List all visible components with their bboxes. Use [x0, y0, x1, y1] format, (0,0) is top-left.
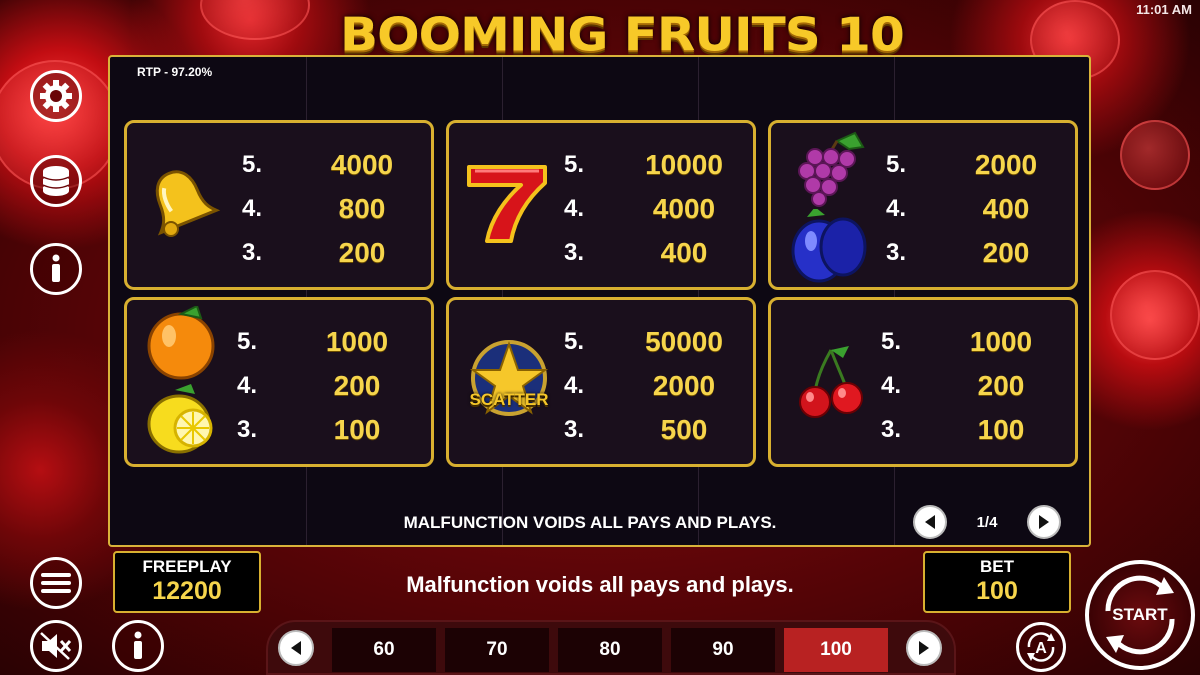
paytable-panel-cherries: 5. 1000 4. 200 3. 100	[768, 297, 1078, 467]
pay-count: 3.	[881, 416, 902, 443]
pay-count: 3.	[237, 416, 258, 443]
paytable-panel-scatter: SCATTER 5. 50000 4. 2000 3. 500	[446, 297, 756, 467]
pay-count: 3.	[886, 239, 907, 266]
pay-value: 200	[982, 237, 1030, 268]
paytable-panel-orange-lemon: 5. 1000 4. 200 3. 100	[124, 297, 434, 467]
paytable-panel-bell: 5. 4000 4. 800 3. 200	[124, 120, 434, 290]
grapes-icon	[785, 129, 875, 212]
coins-button[interactable]	[30, 155, 82, 207]
pay-count: 4.	[237, 372, 258, 399]
hamburger-menu-icon	[41, 573, 71, 593]
board-disclaimer: MALFUNCTION VOIDS ALL PAYS AND PLAYS.	[403, 513, 777, 532]
menu-button[interactable]	[30, 557, 82, 609]
freeplay-caption: FREEPLAY	[142, 557, 232, 576]
pay-value: 1000	[969, 326, 1033, 357]
paytable-board: RTP - 97.20% 5. 4000 4. 800 3. 200 5. 10000 …	[108, 55, 1091, 547]
speaker-muted-icon	[40, 632, 72, 660]
start-spin-button[interactable]: START	[1085, 560, 1195, 670]
pay-value: 10000	[645, 149, 723, 180]
pay-count: 4.	[881, 372, 902, 399]
pay-count: 3.	[564, 239, 585, 266]
bet-option-90[interactable]: 90	[671, 628, 775, 672]
pay-value: 4000	[652, 193, 716, 224]
paytable-info-button[interactable]	[112, 620, 164, 672]
info-icon	[52, 254, 60, 282]
scatter-star-icon: SCATTER	[461, 334, 557, 424]
plum-icon	[785, 207, 875, 290]
bet-option-100[interactable]: 100	[784, 628, 888, 672]
info-icon	[134, 631, 142, 659]
autoplay-icon: A	[1027, 632, 1055, 662]
gear-icon	[40, 80, 72, 112]
rtp-label: RTP - 97.20%	[137, 65, 213, 79]
bet-decrease-button[interactable]	[278, 630, 314, 666]
pay-value: 100	[333, 414, 381, 445]
chevron-left-icon	[925, 515, 935, 529]
bet-option-70[interactable]: 70	[445, 628, 549, 672]
status-clock: 11:01 AM	[1136, 2, 1192, 17]
paytable-panel-grapes-plum: 5. 2000 4. 400 3. 200	[768, 120, 1078, 290]
bet-increase-button[interactable]	[906, 630, 942, 666]
autoplay-button[interactable]: A	[1016, 622, 1066, 672]
seven-icon	[461, 161, 551, 250]
freeplay-balance: FREEPLAY 12200	[113, 551, 261, 613]
pay-count: 5.	[564, 328, 585, 355]
orange-icon	[145, 304, 221, 387]
pay-count: 3.	[242, 239, 263, 266]
cherries-icon	[793, 344, 869, 425]
next-page-button[interactable]	[1027, 505, 1061, 539]
pay-value: 200	[977, 370, 1025, 401]
settings-button[interactable]	[30, 70, 82, 122]
pay-value: 500	[660, 414, 708, 445]
pay-value: 2000	[974, 149, 1038, 180]
pay-value: 4000	[330, 149, 394, 180]
pay-value: 800	[338, 193, 386, 224]
pay-value: 400	[660, 237, 708, 268]
chevron-right-icon	[919, 641, 929, 655]
chevron-right-icon	[1039, 515, 1049, 529]
bet-option-80[interactable]: 80	[558, 628, 662, 672]
pay-count: 4.	[564, 195, 585, 222]
freeplay-value: 12200	[152, 577, 222, 605]
sound-toggle-button[interactable]	[30, 620, 82, 672]
pay-value: 2000	[652, 370, 716, 401]
chevron-left-icon	[291, 641, 301, 655]
pay-value: 50000	[645, 326, 723, 357]
pay-count: 5.	[886, 151, 907, 178]
bet-selector: 60 70 80 90 100	[266, 620, 956, 675]
pay-count: 5.	[564, 151, 585, 178]
status-message: Malfunction voids all pays and plays.	[406, 572, 794, 597]
previous-page-button[interactable]	[913, 505, 947, 539]
pay-value: 1000	[325, 326, 389, 357]
coin-stack-icon	[42, 166, 70, 196]
pay-value: 100	[977, 414, 1025, 445]
start-label: START	[1112, 605, 1168, 624]
page-indicator: 1/4	[976, 513, 998, 531]
pay-count: 5.	[242, 151, 263, 178]
bet-display: BET 100	[923, 551, 1071, 613]
bet-value: 100	[976, 577, 1018, 605]
bet-caption: BET	[980, 557, 1014, 576]
pay-value: 200	[333, 370, 381, 401]
scatter-label: SCATTER	[469, 390, 549, 409]
paytable-panel-seven: 5. 10000 4. 4000 3. 400	[446, 120, 756, 290]
paytable-pager: 1/4	[913, 505, 1061, 539]
pay-count: 4.	[242, 195, 263, 222]
lemon-icon	[145, 384, 221, 465]
info-button[interactable]	[30, 243, 82, 295]
svg-text:A: A	[1035, 640, 1047, 657]
background-bubble	[1110, 270, 1200, 360]
bell-icon	[141, 163, 221, 248]
pay-count: 3.	[564, 416, 585, 443]
pay-count: 5.	[881, 328, 902, 355]
pay-count: 4.	[564, 372, 585, 399]
pay-value: 200	[338, 237, 386, 268]
pay-count: 4.	[886, 195, 907, 222]
pay-value: 400	[982, 193, 1030, 224]
pay-count: 5.	[237, 328, 258, 355]
bet-option-60[interactable]: 60	[332, 628, 436, 672]
background-bubble	[1120, 120, 1190, 190]
background-bubble	[200, 0, 310, 40]
